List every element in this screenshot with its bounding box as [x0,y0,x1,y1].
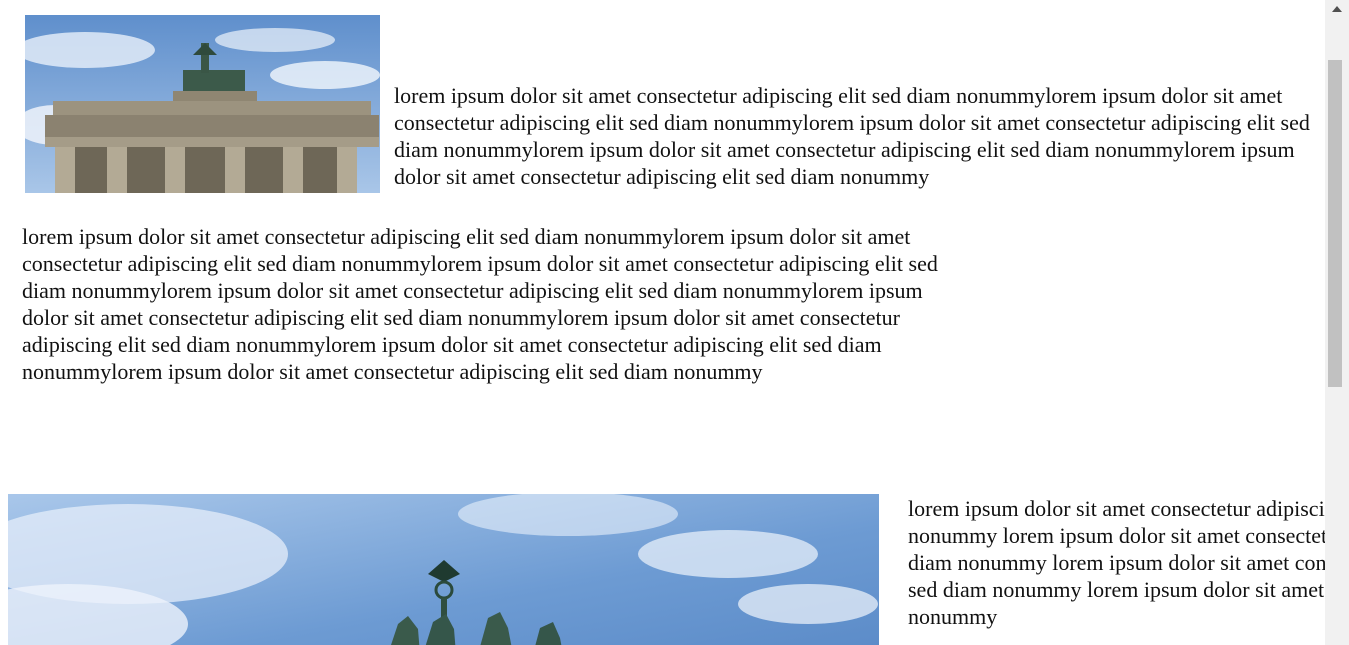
paragraph-2: lorem ipsum dolor sit amet consectetur a… [22,224,938,384]
scrollbar-thumb[interactable] [1328,60,1342,387]
scroll-up-arrow-icon[interactable] [1325,0,1349,17]
brandenburg-gate-photo-large [8,494,879,645]
brandenburg-gate-photo-small [25,15,380,193]
paragraph-1: lorem ipsum dolor sit amet consectetur a… [394,83,1310,189]
paragraph-3: lorem ipsum dolor sit amet consectetur a… [908,496,1325,629]
page-content: lorem ipsum dolor sit amet consectetur a… [0,0,1325,645]
vertical-scrollbar[interactable] [1325,0,1349,645]
